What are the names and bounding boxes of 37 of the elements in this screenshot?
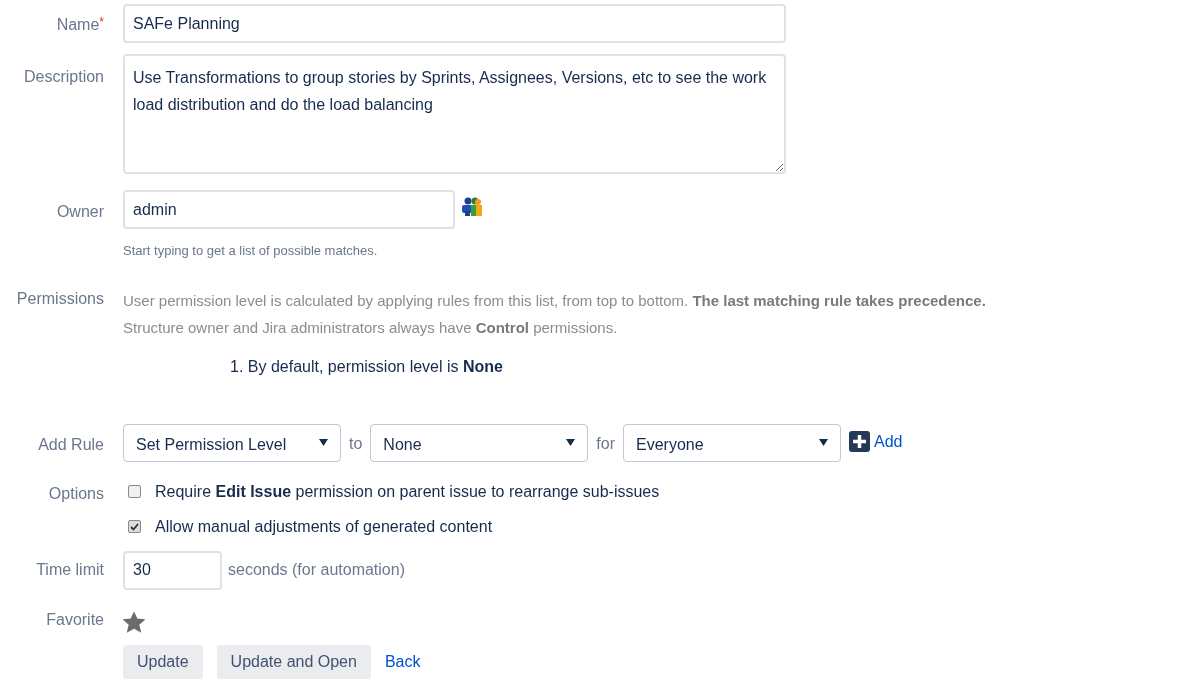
caret-icon [819, 439, 828, 446]
dropdown-select[interactable]: Set Permission Level [123, 423, 341, 462]
field-label: Options [48, 484, 104, 502]
dropdown-select[interactable]: Everyone [623, 423, 841, 462]
field-label: Time limit [36, 561, 104, 578]
owner-hint: Start typing to get a list of possible matches. [123, 242, 379, 260]
name-input[interactable]: SAFe Planning [123, 4, 786, 43]
star-icon[interactable] [123, 611, 145, 633]
checkbox[interactable] [128, 485, 141, 498]
field-label: Favorite [46, 611, 104, 628]
description-textarea[interactable]: Use Transformations to group stories by Sprints, Assignees, Versions, etc to see the work load distribution and do the load balancing [123, 54, 786, 174]
plus-icon [849, 431, 870, 452]
submit-button[interactable]: Update and Open [216, 644, 371, 679]
required-asterisk: * [99, 15, 104, 29]
for-label: for [596, 433, 615, 454]
caret-icon [319, 439, 328, 446]
field-label: Name* [56, 16, 104, 33]
permissions-description: Structure owner and Jira administrators always have Control permissions. [123, 317, 619, 338]
field-label: Description [23, 68, 104, 85]
permission-rule: 1. By default, permission level is None [229, 356, 504, 377]
users-icon[interactable] [461, 197, 483, 217]
option-label: Allow manual adjustments of generated content [155, 516, 493, 537]
field-label: Permissions [16, 289, 104, 307]
permissions-description: User permission level is calculated by applying rules from this list, from top to bottom. The last matching rule takes precedence. [123, 290, 986, 311]
dropdown-select[interactable]: None [370, 423, 589, 462]
caret-icon [566, 439, 576, 446]
add-rule-link[interactable]: Add [849, 423, 903, 454]
to-label: to [349, 433, 363, 454]
submit-button[interactable]: Update [123, 644, 203, 679]
time-limit-input[interactable]: 30 [123, 550, 222, 590]
owner-input[interactable]: admin [123, 190, 455, 229]
option-label: Require Edit Issue permission on parent issue to rearrange sub-issues [155, 481, 660, 502]
field-label: Add Rule [38, 435, 104, 453]
back-link[interactable]: Back [384, 649, 421, 674]
field-label: Owner [56, 203, 104, 220]
time-limit-unit: seconds (for automation) [228, 560, 405, 580]
checkbox[interactable] [128, 520, 141, 533]
